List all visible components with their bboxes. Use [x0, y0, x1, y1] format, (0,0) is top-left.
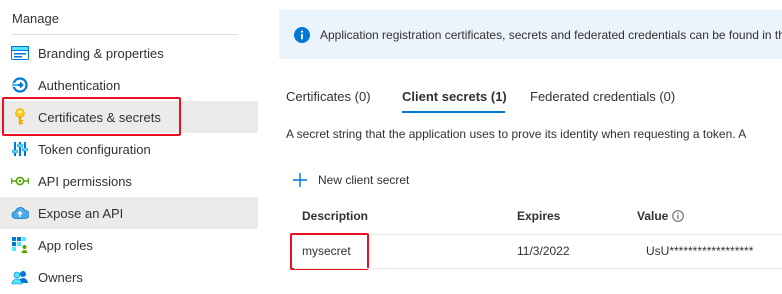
info-banner: Application registration certificates, s… — [279, 10, 782, 59]
secret-highlight-box — [290, 233, 369, 270]
client-secrets-description: A secret string that the application use… — [286, 127, 747, 141]
sidebar-item-expose-api[interactable]: Expose an API — [0, 197, 258, 229]
branding-icon — [11, 44, 29, 62]
sidebar: Manage Branding & properties Authenticat… — [0, 0, 258, 294]
secret-value-cell: UsU****************** — [646, 244, 754, 258]
owners-icon — [11, 268, 29, 286]
authentication-icon — [11, 76, 29, 94]
column-header-expires: Expires — [517, 209, 560, 223]
column-header-label: Description — [302, 209, 369, 223]
new-client-secret-label: New client secret — [318, 173, 410, 187]
column-header-label: Expires — [517, 209, 561, 223]
tab-certificates[interactable]: Certificates (0) — [286, 89, 371, 104]
main-content: Application registration certificates, s… — [258, 0, 782, 294]
tab-federated-credentials[interactable]: Federated credentials (0) — [530, 89, 675, 104]
column-header-value: Value — [637, 209, 685, 223]
sidebar-item-label: Expose an API — [38, 205, 124, 221]
sidebar-item-label: App roles — [38, 237, 93, 253]
token-config-icon — [11, 140, 29, 158]
plus-icon — [292, 172, 308, 188]
api-permissions-icon — [11, 172, 29, 190]
sidebar-item-label: Authentication — [38, 77, 121, 93]
info-icon — [294, 26, 310, 43]
sidebar-item-label: Token configuration — [38, 141, 151, 157]
new-client-secret-button[interactable]: New client secret — [292, 172, 409, 188]
info-icon[interactable] — [672, 210, 685, 222]
sidebar-item-label: Owners — [38, 269, 83, 285]
section-divider — [12, 34, 238, 35]
info-banner-text: Application registration certificates, s… — [320, 27, 782, 42]
column-header-label: Value — [637, 209, 669, 223]
table-row-divider — [294, 268, 782, 269]
active-tab-indicator — [402, 111, 505, 113]
cloud-icon — [11, 204, 29, 222]
secret-expires-cell: 11/3/2022 — [517, 244, 570, 258]
sidebar-item-label: Branding & properties — [38, 45, 164, 61]
sidebar-item-owners[interactable]: Owners — [0, 261, 258, 293]
sidebar-item-api-permissions[interactable]: API permissions — [0, 165, 258, 197]
sidebar-item-app-roles[interactable]: App roles — [0, 229, 258, 261]
selection-highlight-box — [2, 97, 181, 136]
tab-client-secrets[interactable]: Client secrets (1) — [402, 89, 507, 104]
section-title: Manage — [12, 11, 59, 26]
sidebar-item-branding[interactable]: Branding & properties — [0, 37, 258, 69]
app-roles-icon — [11, 236, 29, 254]
sidebar-item-label: API permissions — [38, 173, 132, 189]
sidebar-item-token-configuration[interactable]: Token configuration — [0, 133, 258, 165]
column-header-description: Description — [302, 209, 368, 223]
